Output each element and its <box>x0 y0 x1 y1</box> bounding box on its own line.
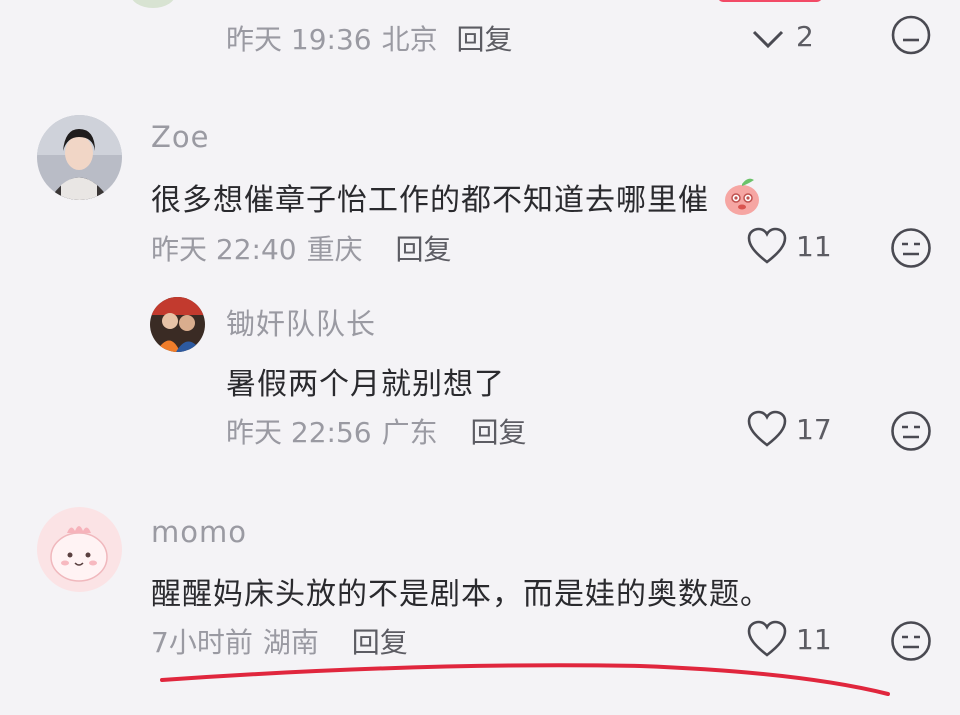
dislike-icon[interactable] <box>889 409 933 453</box>
comment-text: 暑假两个月就别想了 <box>226 367 505 402</box>
comment-text: 很多想催章子怡工作的都不知道去哪里催 <box>151 174 764 219</box>
comment-time: 昨天 22:56 <box>226 416 372 449</box>
comment-meta: 昨天 22:40 重庆 回复 <box>151 228 462 268</box>
comment-meta: 昨天 22:56 广东 回复 <box>226 411 537 451</box>
chevron-down-icon <box>752 30 784 49</box>
username[interactable]: Zoe <box>151 120 209 154</box>
avatar <box>130 0 176 8</box>
previous-comment-partial: 昨天 19:36 北京 回复 2 <box>0 0 960 60</box>
heart-icon <box>747 227 787 264</box>
comment-time: 昨天 22:40 <box>151 233 297 266</box>
avatar[interactable] <box>37 115 122 200</box>
peach-emoji-icon <box>724 178 759 215</box>
comment-meta: 昨天 19:36 北京 回复 <box>226 23 513 56</box>
avatar[interactable] <box>37 507 122 592</box>
dislike-icon[interactable] <box>889 226 933 270</box>
username[interactable]: momo <box>151 515 247 549</box>
like-count: 17 <box>796 412 832 446</box>
comment-location: 重庆 <box>306 233 363 266</box>
comment-location: 广东 <box>381 416 438 449</box>
reply-button[interactable]: 回复 <box>471 416 527 449</box>
reply-button[interactable]: 回复 <box>457 23 513 56</box>
pink-tag <box>718 0 822 2</box>
like-button[interactable]: 11 <box>746 226 832 266</box>
annotation-underline <box>160 663 890 696</box>
avatar[interactable] <box>150 297 205 352</box>
dislike-icon[interactable] <box>890 14 932 56</box>
comment-text-body: 很多想催章子怡工作的都不知道去哪里催 <box>151 183 709 218</box>
like-count: 11 <box>796 229 832 263</box>
like-button[interactable]: 2 <box>748 18 814 54</box>
comment-reply-item: 锄奸队队长 暑假两个月就别想了 昨天 22:56 广东 回复 17 <box>0 295 960 465</box>
comment-text: 醒醒妈床头放的不是剧本，而是娃的奥数题。 <box>151 577 771 612</box>
like-count: 2 <box>796 19 814 53</box>
username[interactable]: 锄奸队队长 <box>226 301 376 343</box>
reply-button[interactable]: 回复 <box>396 233 452 266</box>
like-button[interactable]: 17 <box>746 409 832 449</box>
heart-icon <box>747 410 787 447</box>
comment-item: Zoe 很多想催章子怡工作的都不知道去哪里催 昨天 22:40 重庆 回复 11 <box>0 110 960 280</box>
